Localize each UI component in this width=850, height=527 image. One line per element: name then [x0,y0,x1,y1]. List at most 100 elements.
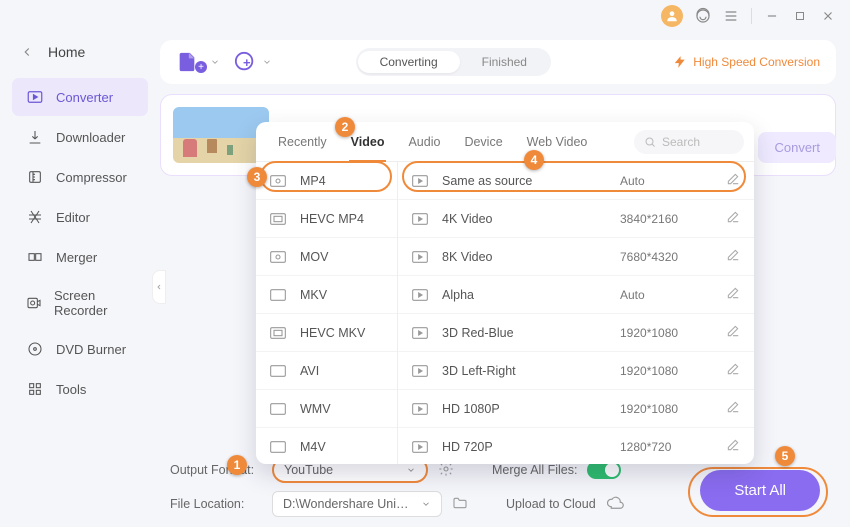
video-format-icon [270,174,288,188]
sidebar-item-tools[interactable]: Tools [12,370,148,408]
menu-icon[interactable] [723,8,739,24]
edit-preset-icon[interactable] [726,248,740,265]
preset-item[interactable]: AlphaAuto [398,276,754,314]
sidebar: Home Converter Downloader Compressor Edi… [0,32,160,527]
preset-icon [412,402,430,416]
sidebar-item-merger[interactable]: Merger [12,238,148,276]
video-format-icon [270,326,288,340]
tab-converting[interactable]: Converting [358,51,460,73]
format-item-avi[interactable]: AVI [256,352,397,390]
preset-item[interactable]: 4K Video 3840*2160 [398,200,754,238]
start-all-button[interactable]: Start All [700,470,820,511]
preset-name: HD 720P [442,440,493,454]
sidebar-item-converter[interactable]: Converter [12,78,148,116]
edit-preset-icon[interactable] [726,286,740,303]
support-icon[interactable] [695,8,711,24]
format-item-hevc-mkv[interactable]: HEVC MKV [256,314,397,352]
home-button[interactable]: Home [4,38,156,76]
edit-preset-icon[interactable] [726,210,740,227]
cloud-icon[interactable] [606,496,624,513]
format-tab-recently[interactable]: Recently [266,122,339,162]
preset-item[interactable]: HD 720P 1280*720 [398,428,754,464]
format-item-mkv[interactable]: MKV [256,276,397,314]
format-item-m4v[interactable]: M4V [256,428,397,464]
format-item-hevc-mp4[interactable]: HEVC MP4 [256,200,397,238]
format-tab-device[interactable]: Device [452,122,514,162]
file-location-label: File Location: [170,497,262,511]
tools-icon [26,380,44,398]
format-label: HEVC MP4 [300,212,364,226]
preset-item[interactable]: 8K Video7680*4320 [398,238,754,276]
tab-finished[interactable]: Finished [460,51,549,73]
high-speed-conversion[interactable]: High Speed Conversion [673,55,820,69]
add-folder-button[interactable]: + [234,51,272,73]
sidebar-item-label: Screen Recorder [54,288,134,318]
edit-preset-icon[interactable] [726,324,740,341]
close-icon[interactable] [820,8,836,24]
format-label: WMV [300,402,331,416]
annotation-badge-2: 2 [335,117,355,137]
open-folder-icon[interactable] [452,495,468,514]
preset-name: 3D Red-Blue [442,326,514,340]
preset-item[interactable]: HD 1080P1920*1080 [398,390,754,428]
sidebar-item-label: Tools [56,382,86,397]
annotation-badge-4: 4 [524,150,544,170]
titlebar [0,0,850,32]
output-format-label: Output Format: [170,463,262,477]
search-placeholder: Search [662,135,700,149]
convert-button[interactable]: Convert [758,132,836,163]
preset-name: Alpha [442,288,474,302]
preset-resolution: 1920*1080 [620,326,700,340]
minimize-icon[interactable] [764,8,780,24]
format-item-mov[interactable]: MOV [256,238,397,276]
converter-icon [26,88,44,106]
video-thumbnail[interactable] [173,107,269,163]
video-format-icon [270,440,288,454]
sidebar-item-compressor[interactable]: Compressor [12,158,148,196]
add-file-button[interactable]: + [176,51,220,73]
preset-icon [412,212,430,226]
upload-cloud-label: Upload to Cloud [506,497,596,511]
sidebar-item-screen-recorder[interactable]: Screen Recorder [12,278,148,328]
editor-icon [26,208,44,226]
edit-preset-icon[interactable] [726,400,740,417]
compress-icon [26,168,44,186]
sidebar-item-label: DVD Burner [56,342,126,357]
preset-item[interactable]: Same as sourceAuto [398,162,754,200]
preset-resolution: 1920*1080 [620,364,700,378]
sidebar-item-dvd-burner[interactable]: DVD Burner [12,330,148,368]
sidebar-item-downloader[interactable]: Downloader [12,118,148,156]
format-list: MP4 HEVC MP4 MOV MKV HEVC MKV AVI WMV M4… [256,162,398,464]
video-format-icon [270,250,288,264]
preset-resolution: 3840*2160 [620,212,700,226]
preset-list: Same as sourceAuto 4K Video 3840*2160 8K … [398,162,754,464]
edit-preset-icon[interactable] [726,438,740,455]
avatar[interactable] [661,5,683,27]
format-label: MP4 [300,174,326,188]
preset-resolution: 1280*720 [620,440,700,454]
sidebar-item-editor[interactable]: Editor [12,198,148,236]
sidebar-item-label: Editor [56,210,90,225]
preset-name: Same as source [442,174,532,188]
file-location-select[interactable]: D:\Wondershare UniConverter 1 [272,491,442,517]
edit-preset-icon[interactable] [726,362,740,379]
preset-item[interactable]: 3D Red-Blue 1920*1080 [398,314,754,352]
preset-resolution: 7680*4320 [620,250,700,264]
maximize-icon[interactable] [792,8,808,24]
collapse-sidebar-button[interactable] [152,270,166,304]
video-format-icon [270,288,288,302]
format-tab-audio[interactable]: Audio [396,122,452,162]
download-icon [26,128,44,146]
format-item-wmv[interactable]: WMV [256,390,397,428]
edit-preset-icon[interactable] [726,172,740,189]
preset-item[interactable]: 3D Left-Right1920*1080 [398,352,754,390]
video-format-icon [270,402,288,416]
preset-icon [412,174,430,188]
format-label: MOV [300,250,328,264]
preset-name: 4K Video [442,212,493,226]
format-label: M4V [300,440,326,454]
preset-resolution: 1920*1080 [620,402,700,416]
annotation-badge-1: 1 [227,455,247,475]
format-search-input[interactable]: Search [634,130,744,154]
format-item-mp4[interactable]: MP4 [256,162,397,200]
